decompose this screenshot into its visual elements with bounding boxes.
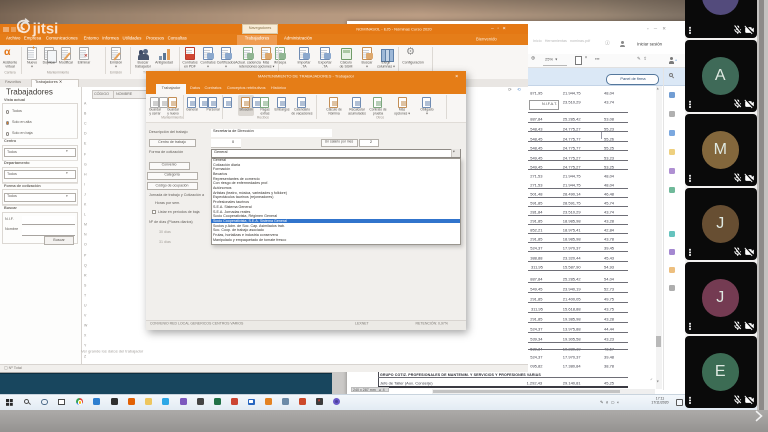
- svg-text:jitsi: jitsi: [32, 22, 59, 38]
